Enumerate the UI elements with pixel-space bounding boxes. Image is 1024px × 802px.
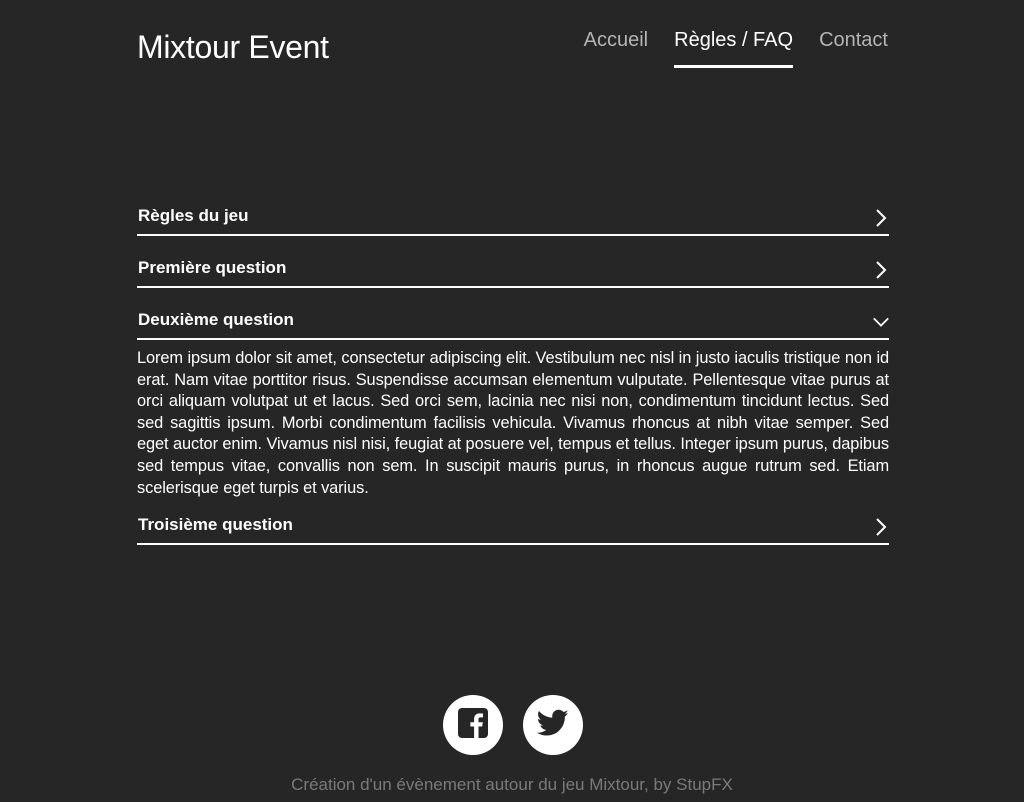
faq-item-regles-du-jeu: Règles du jeu [137, 198, 889, 236]
faq-title: Deuxième question [138, 310, 294, 329]
faq-header[interactable]: Règles du jeu [137, 198, 889, 236]
faq-item-premiere-question: Première question [137, 250, 889, 288]
chevron-down-icon [872, 312, 890, 332]
twitter-button[interactable] [523, 695, 583, 755]
twitter-icon [536, 709, 569, 742]
social-links [443, 695, 583, 755]
faq-title: Première question [138, 258, 287, 277]
chevron-right-icon [872, 208, 890, 228]
main-nav: Accueil Règles / FAQ Contact [584, 28, 888, 68]
faq-accordion: Règles du jeu Première question Deuxième… [137, 198, 889, 559]
nav-link-accueil[interactable]: Accueil [584, 28, 648, 65]
faq-item-deuxieme-question: Deuxième question Lorem ipsum dolor sit … [137, 302, 889, 499]
faq-header[interactable]: Troisième question [137, 507, 890, 546]
chevron-right-icon [872, 517, 890, 537]
page: Mixtour Event Accueil Règles / FAQ Conta… [0, 0, 1024, 802]
nav-link-contact[interactable]: Contact [819, 28, 888, 65]
facebook-icon [457, 707, 489, 744]
site-brand[interactable]: Mixtour Event [137, 28, 329, 66]
nav-link-regles-faq[interactable]: Règles / FAQ [674, 28, 794, 68]
facebook-button[interactable] [443, 695, 503, 755]
faq-title: Troisième question [138, 515, 293, 535]
footer-credits: Création d'un évènement autour du jeu Mi… [291, 775, 733, 794]
faq-title: Règles du jeu [138, 206, 249, 225]
faq-answer: Lorem ipsum dolor sit amet, consectetur … [137, 349, 889, 497]
faq-header[interactable]: Première question [137, 250, 889, 288]
faq-item-troisieme-question: Troisième question [137, 507, 890, 546]
chevron-right-icon [872, 260, 890, 280]
faq-header[interactable]: Deuxième question [137, 302, 889, 340]
